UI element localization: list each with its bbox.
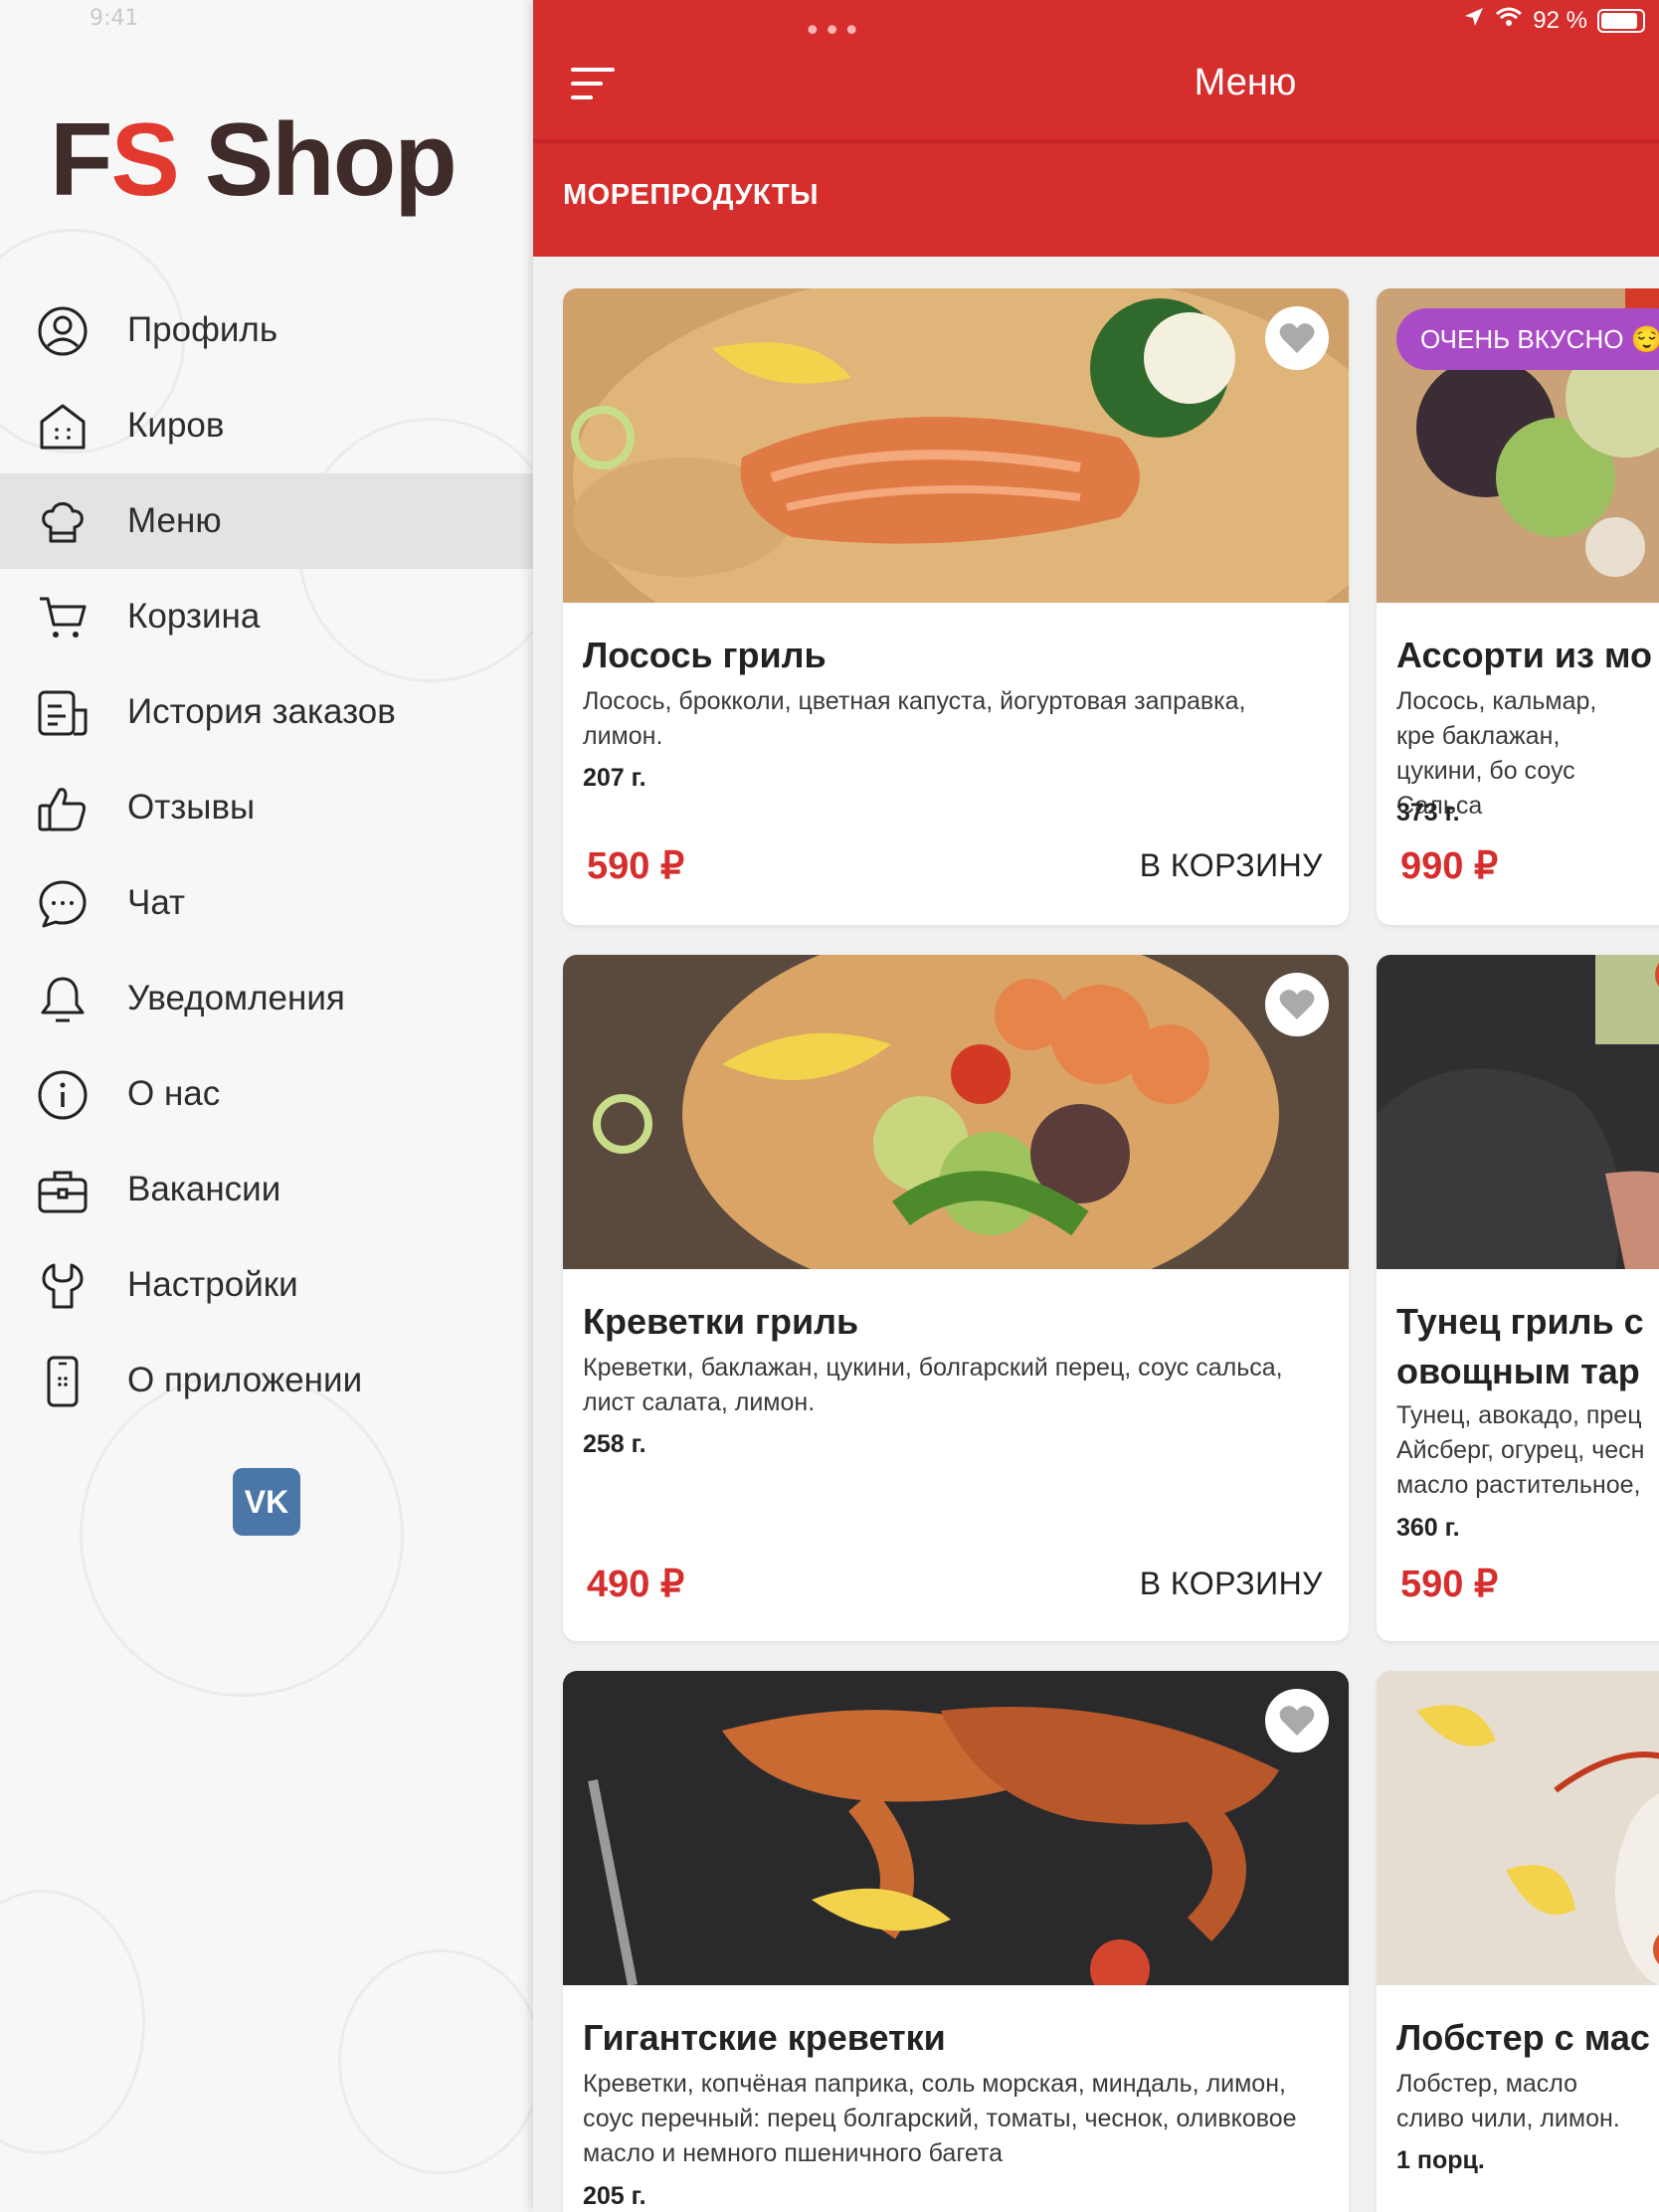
product-card[interactable]: Креветки гриль Креветки, баклажан, цукин…	[563, 955, 1349, 1641]
sidebar-item-label: Вакансии	[127, 1170, 281, 1208]
product-description: Лобстер, масло сливо чили, лимон.	[1396, 2070, 1620, 2132]
product-name: Ассорти из мо	[1396, 635, 1653, 675]
product-card[interactable]: Гигантские креветки Креветки, копчёная п…	[563, 1671, 1349, 2212]
product-price: 590 ₽	[587, 845, 685, 887]
briefcase-icon	[36, 1164, 90, 1217]
product-name: Тунец гриль с	[1396, 1301, 1644, 1342]
info-icon	[36, 1068, 90, 1122]
bell-icon	[36, 973, 90, 1026]
product-weight: 205 г.	[583, 2182, 646, 2210]
product-card[interactable]: ОЧЕНЬ ВКУСНО 😌 Ассорти из мо Лосось, кал…	[1377, 288, 1659, 925]
sidebar-item-label: Профиль	[127, 310, 278, 349]
chat-icon	[36, 877, 90, 931]
product-price: 990 ₽	[1400, 845, 1499, 887]
add-to-cart-button[interactable]: В КОРЗИНУ	[1140, 1566, 1323, 1602]
sidebar-item-about[interactable]: О нас	[0, 1046, 533, 1142]
product-description: Креветки, баклажан, цукини, болгарский п…	[583, 1354, 1283, 1416]
favorite-icon[interactable]	[1265, 1689, 1329, 1752]
order-history-icon	[36, 686, 90, 740]
sidebar-item-cart[interactable]: Корзина	[0, 569, 533, 664]
sidebar-item-label: Корзина	[127, 597, 261, 636]
sidebar-item-settings[interactable]: Настройки	[0, 1237, 533, 1333]
thumbs-up-icon	[36, 782, 90, 835]
background-doodle	[0, 1890, 145, 2154]
product-image-grilled-shrimp	[563, 955, 1349, 1269]
sidebar-item-notifications[interactable]: Уведомления	[0, 951, 533, 1046]
sidebar-menu: Профиль Киров Меню Корзина История заказ…	[0, 282, 533, 1428]
product-image-salmon	[563, 288, 1349, 603]
wifi-icon	[1495, 6, 1523, 35]
wrench-icon	[36, 1259, 90, 1313]
favorite-icon[interactable]	[1265, 306, 1329, 370]
product-name: Лосось гриль	[583, 635, 827, 675]
logo-part-2: Shop	[204, 102, 458, 218]
product-weight: 373 г.	[1396, 799, 1460, 827]
product-description: Тунец, авокадо, прец Айсберг, огурец, че…	[1396, 1401, 1645, 1499]
product-image-lobster	[1377, 1671, 1659, 1985]
product-weight: 1 порц.	[1396, 2146, 1485, 2174]
logo-part-1: F	[50, 102, 113, 218]
product-price: 590 ₽	[1400, 1564, 1499, 1605]
product-name-line-2: овощным тар	[1396, 1351, 1640, 1391]
product-card[interactable]: Лосось гриль Лосось, брокколи, цветная к…	[563, 288, 1349, 925]
product-description: Креветки, копчёная паприка, соль морская…	[583, 2070, 1297, 2167]
top-bar: ••• 92 % Меню МОРЕПРОДУКТЫ	[533, 0, 1659, 257]
status-time: 9:41	[90, 6, 139, 31]
sidebar-item-profile[interactable]: Профиль	[0, 282, 533, 378]
header-divider	[533, 139, 1659, 143]
main-content: ••• 92 % Меню МОРЕПРОДУКТЫ Лосось гриль …	[533, 0, 1659, 2212]
product-card[interactable]: Лобстер с мас Лобстер, масло сливо чили,…	[1377, 1671, 1659, 2212]
product-name: Гигантские креветки	[583, 2017, 946, 2058]
product-image-tuna	[1377, 955, 1659, 1269]
sidebar: 9:41 FS Shop Профиль Киров Меню Корзина …	[0, 0, 533, 2212]
sidebar-item-label: Настройки	[127, 1265, 298, 1304]
sidebar-item-label: О нас	[127, 1074, 221, 1113]
sidebar-item-order-history[interactable]: История заказов	[0, 664, 533, 760]
sidebar-item-label: Чат	[127, 883, 186, 922]
app-logo: FS Shop	[50, 101, 458, 220]
product-price: 490 ₽	[587, 1564, 685, 1605]
sidebar-item-chat[interactable]: Чат	[0, 855, 533, 951]
cart-icon	[36, 591, 90, 645]
location-icon	[1463, 6, 1485, 35]
multitask-dots-icon[interactable]: •••	[804, 14, 862, 49]
page-title-text: Меню	[1194, 62, 1297, 103]
sidebar-item-label: О приложении	[127, 1361, 363, 1399]
sidebar-item-label: Киров	[127, 406, 225, 445]
sidebar-item-vacancies[interactable]: Вакансии	[0, 1142, 533, 1237]
page-title: Меню	[533, 62, 1659, 104]
background-doodle	[338, 1949, 533, 2174]
sidebar-item-about-app[interactable]: О приложении	[0, 1333, 533, 1428]
product-name: Лобстер с мас	[1396, 2017, 1650, 2058]
sidebar-item-kirov[interactable]: Киров	[0, 378, 533, 473]
logo-part-1b: S	[110, 102, 180, 218]
user-icon	[36, 304, 90, 358]
sidebar-item-menu[interactable]: Меню	[0, 473, 533, 569]
product-card[interactable]: Тунец гриль с овощным тар Тунец, авокадо…	[1377, 955, 1659, 1641]
add-to-cart-button[interactable]: В КОРЗИНУ	[1140, 847, 1323, 884]
product-weight: 258 г.	[583, 1430, 646, 1458]
sidebar-item-label: Уведомления	[127, 979, 345, 1017]
sidebar-item-label: История заказов	[127, 692, 396, 731]
product-name: Креветки гриль	[583, 1301, 859, 1342]
status-bar-right: 92 %	[1463, 6, 1645, 35]
product-weight: 360 г.	[1396, 1514, 1460, 1542]
category-tab-seafood[interactable]: МОРЕПРОДУКТЫ	[563, 179, 819, 212]
chef-hat-icon	[36, 495, 90, 549]
badge-very-tasty: ОЧЕНЬ ВКУСНО 😌	[1396, 308, 1659, 370]
sidebar-item-label: Меню	[127, 501, 222, 540]
battery-percent: 92 %	[1533, 6, 1587, 34]
store-icon	[36, 400, 90, 454]
favorite-icon[interactable]	[1265, 973, 1329, 1036]
product-image-giant-shrimp	[563, 1671, 1349, 1985]
battery-icon	[1597, 8, 1645, 33]
sidebar-item-reviews[interactable]: Отзывы	[0, 760, 533, 855]
product-weight: 207 г.	[583, 764, 646, 792]
phone-icon	[36, 1355, 90, 1408]
product-description: Лосось, брокколи, цветная капуста, йогур…	[583, 687, 1246, 750]
sidebar-item-label: Отзывы	[127, 788, 256, 827]
vk-icon[interactable]: VK	[233, 1468, 300, 1536]
